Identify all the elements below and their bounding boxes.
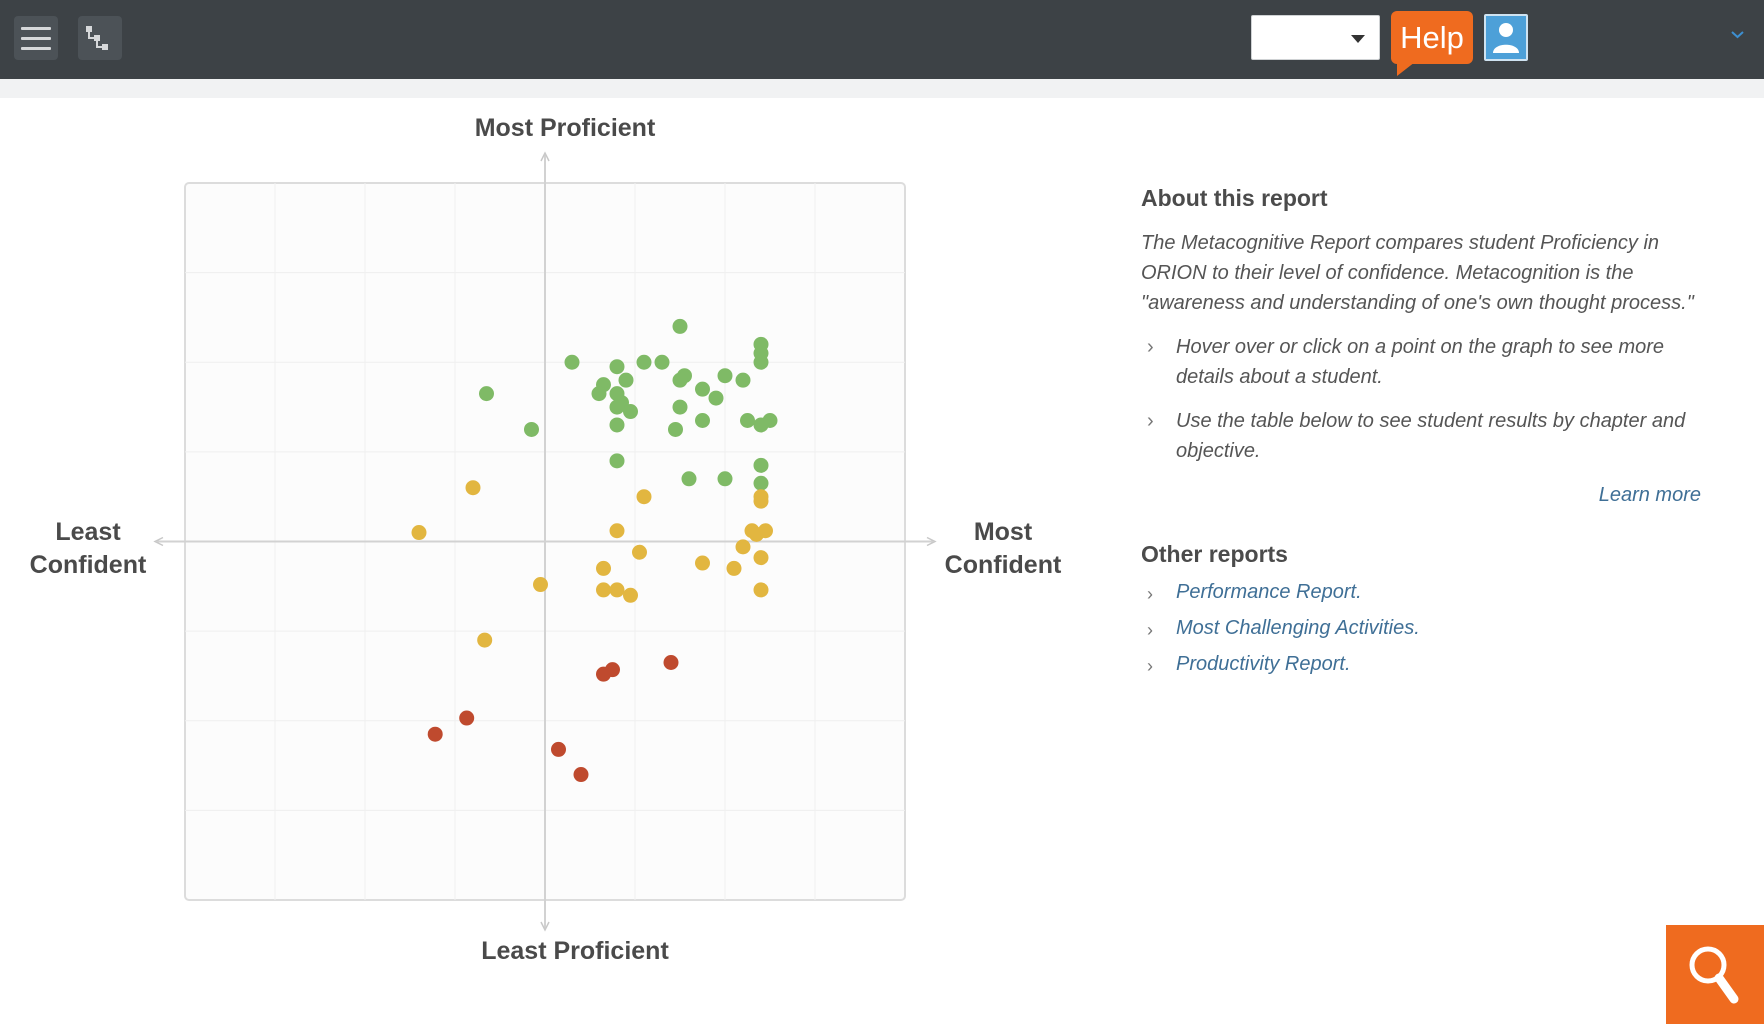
chevron-right-icon: › (1147, 656, 1153, 676)
student-data-point[interactable] (672, 318, 688, 334)
chevron-right-icon: › (1147, 620, 1153, 640)
chevron-down-icon[interactable] (1731, 28, 1744, 41)
report-link-label: Performance Report. (1176, 581, 1362, 603)
about-bullet: › Hover over or click on a point on the … (1141, 332, 1706, 392)
x-axis-right-label: Most Confident (933, 516, 1073, 582)
student-data-point[interactable] (411, 525, 427, 541)
search-icon (1689, 946, 1739, 1004)
chevron-right-icon: › (1147, 584, 1153, 604)
student-data-point[interactable] (596, 582, 611, 598)
student-data-point[interactable] (753, 582, 769, 598)
about-description: The Metacognitive Report compares studen… (1141, 232, 1694, 314)
student-data-point[interactable] (753, 493, 769, 509)
menu-icon-bar (21, 47, 51, 50)
other-reports-title: Other reports (1141, 541, 1288, 567)
student-data-point[interactable] (726, 560, 742, 576)
student-data-point[interactable] (596, 560, 611, 576)
header-divider (0, 79, 1764, 98)
student-data-point[interactable] (695, 381, 710, 397)
about-bullet: › Use the table below to see student res… (1141, 406, 1706, 466)
other-reports-list: › Performance Report. › Most Challenging… (1141, 574, 1711, 682)
student-data-point[interactable] (533, 577, 548, 593)
student-data-point[interactable] (623, 404, 638, 420)
student-data-point[interactable] (672, 399, 688, 415)
report-link-label: Most Challenging Activities. (1176, 617, 1420, 639)
student-data-point[interactable] (753, 354, 769, 370)
student-data-point[interactable] (749, 526, 764, 542)
caret-down-icon (1351, 35, 1365, 43)
student-data-point[interactable] (427, 726, 443, 742)
student-data-point[interactable] (596, 666, 611, 682)
chevron-right-icon: › (1147, 336, 1154, 358)
student-data-point[interactable] (717, 368, 733, 384)
x-axis-left-label-line2: Confident (29, 551, 147, 579)
student-data-point[interactable] (618, 372, 634, 388)
student-data-point[interactable] (695, 555, 710, 571)
student-data-point[interactable] (735, 372, 751, 388)
student-data-point[interactable] (479, 386, 494, 402)
performance-report-link[interactable]: › Performance Report. (1141, 574, 1711, 610)
hierarchy-icon (86, 26, 108, 50)
search-button[interactable] (1666, 925, 1764, 1024)
student-data-point[interactable] (636, 489, 652, 505)
metacognitive-scatter-chart (153, 151, 937, 932)
student-data-point[interactable] (632, 544, 647, 560)
report-info-panel: About this report The Metacognitive Repo… (1141, 185, 1711, 682)
menu-icon-bar (21, 37, 51, 40)
user-icon (1493, 23, 1519, 53)
student-data-point[interactable] (609, 453, 625, 469)
student-data-point[interactable] (609, 417, 625, 433)
student-data-point[interactable] (753, 475, 769, 491)
student-data-point[interactable] (735, 539, 751, 555)
student-data-point[interactable] (636, 354, 652, 370)
student-data-point[interactable] (740, 413, 755, 429)
x-axis-right-label-line1: Most (973, 518, 1033, 546)
y-axis-top-label: Most Proficient (474, 114, 656, 142)
menu-icon-bar (21, 27, 51, 30)
report-link-label: Productivity Report. (1176, 653, 1351, 675)
student-data-point[interactable] (753, 417, 769, 433)
student-data-point[interactable] (695, 413, 710, 429)
student-data-point[interactable] (459, 710, 475, 726)
student-data-point[interactable] (654, 354, 670, 370)
student-data-point[interactable] (681, 471, 697, 487)
student-data-point[interactable] (609, 399, 625, 415)
student-data-point[interactable] (753, 550, 769, 566)
student-data-point[interactable] (668, 421, 683, 437)
x-axis-left-label-line1: Least (55, 518, 121, 546)
student-data-point[interactable] (708, 390, 724, 406)
help-label: Help (1400, 20, 1464, 55)
student-data-point[interactable] (623, 587, 638, 603)
x-axis-right-label-line2: Confident (944, 551, 1062, 579)
about-title: About this report (1141, 185, 1328, 211)
productivity-report-link[interactable]: › Productivity Report. (1141, 646, 1711, 682)
chevron-right-icon: › (1147, 410, 1154, 432)
about-bullet-text: Hover over or click on a point on the gr… (1176, 336, 1665, 388)
student-data-point[interactable] (609, 523, 625, 539)
x-axis-left-label: Least Confident (18, 516, 158, 582)
student-data-point[interactable] (609, 582, 625, 598)
student-data-point[interactable] (465, 480, 481, 496)
hierarchy-button[interactable] (78, 16, 122, 60)
student-data-point[interactable] (663, 654, 679, 670)
student-data-point[interactable] (717, 471, 733, 487)
student-data-point[interactable] (524, 421, 539, 437)
student-data-point[interactable] (753, 457, 769, 473)
student-data-point[interactable] (672, 372, 688, 388)
student-data-point[interactable] (564, 354, 580, 370)
help-button[interactable]: Help (1391, 11, 1473, 76)
top-navigation-bar: Help (0, 0, 1764, 79)
student-data-point[interactable] (551, 741, 566, 757)
student-data-point[interactable] (477, 632, 493, 648)
learn-more-link[interactable]: Learn more (1141, 484, 1701, 507)
help-bubble-tail (1397, 62, 1415, 76)
most-challenging-activities-link[interactable]: › Most Challenging Activities. (1141, 610, 1711, 646)
menu-button[interactable] (14, 16, 58, 60)
student-data-point[interactable] (573, 767, 589, 783)
student-data-point[interactable] (591, 386, 607, 402)
user-profile-button[interactable] (1484, 14, 1528, 61)
about-bullet-text: Use the table below to see student resul… (1176, 410, 1686, 462)
course-select[interactable] (1251, 15, 1380, 60)
student-data-point[interactable] (609, 359, 625, 375)
